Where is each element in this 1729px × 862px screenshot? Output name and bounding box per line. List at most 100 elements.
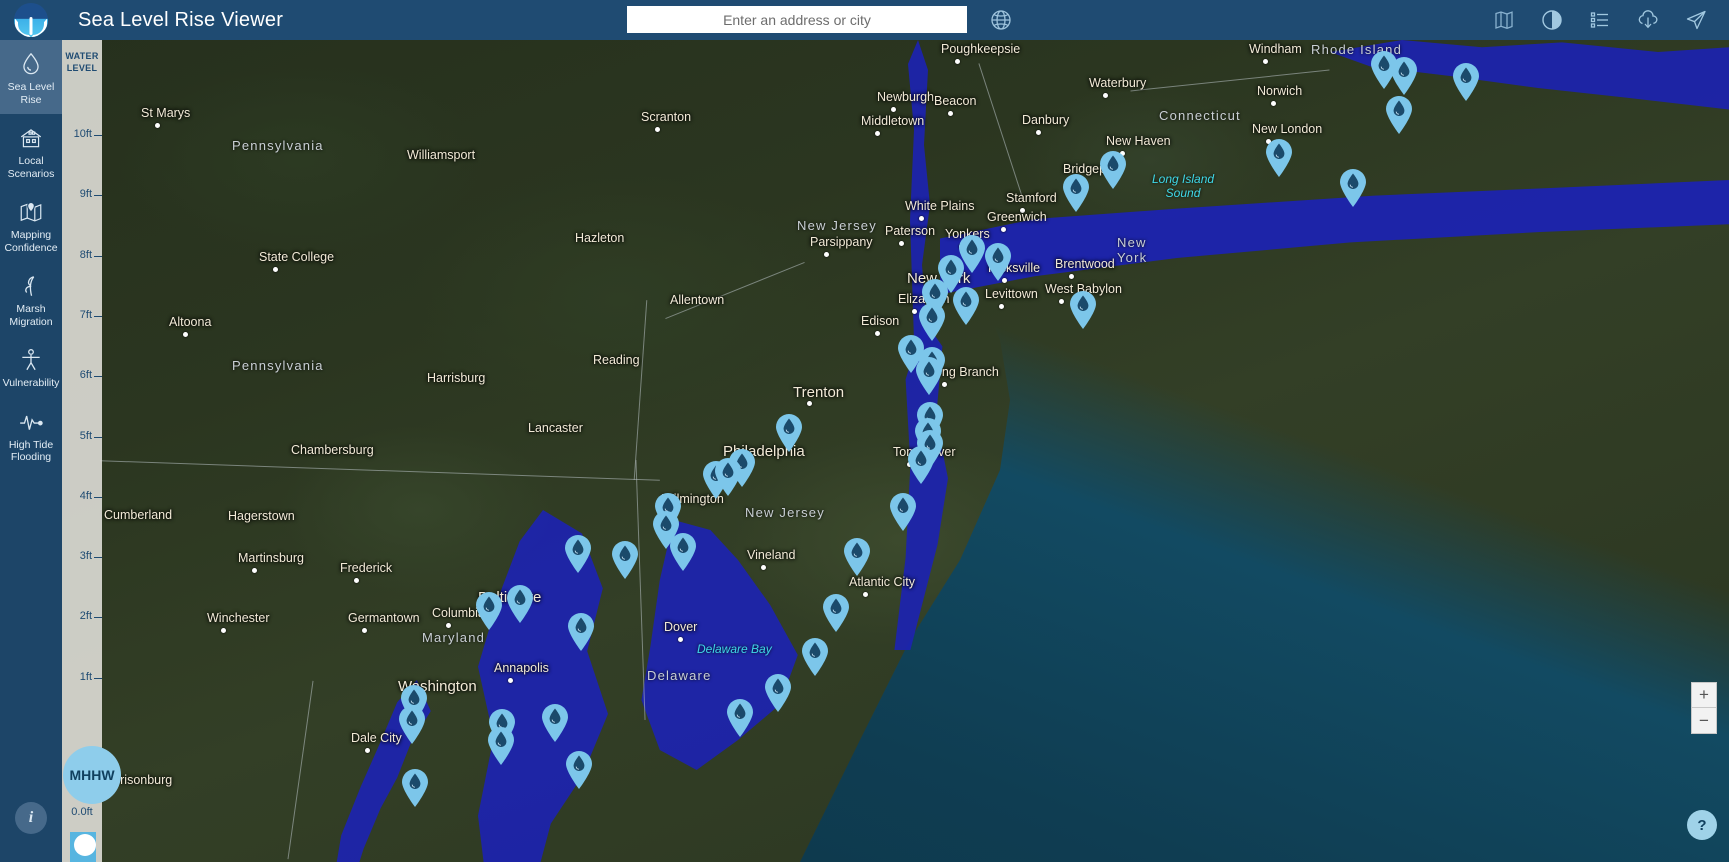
download-icon[interactable] bbox=[1635, 7, 1661, 33]
map-marker-pin[interactable] bbox=[821, 593, 851, 633]
map-city-dot bbox=[1059, 299, 1064, 304]
map-water-label: Delaware Bay bbox=[697, 642, 772, 656]
map-marker-pin[interactable] bbox=[763, 673, 793, 713]
sidebar-item-mapping[interactable]: Mapping Confidence bbox=[0, 188, 62, 262]
sidebar-item-label: Mapping Confidence bbox=[4, 229, 58, 254]
map-city-label: Scranton bbox=[641, 110, 692, 124]
datum-badge-mhhw[interactable]: MHHW bbox=[63, 746, 121, 804]
map-city-label: Frederick bbox=[340, 561, 393, 575]
map-marker-pin[interactable] bbox=[774, 413, 804, 453]
sidebar-item-high-tide[interactable]: High Tide Flooding bbox=[0, 398, 62, 472]
map-marker-pin[interactable] bbox=[564, 750, 594, 790]
help-button[interactable]: ? bbox=[1687, 810, 1717, 840]
opacity-icon[interactable] bbox=[1539, 7, 1565, 33]
search-input[interactable] bbox=[627, 6, 967, 33]
water-level-tick: 1ft bbox=[62, 671, 102, 685]
map-marker-pin[interactable] bbox=[951, 286, 981, 326]
map-city-label: Hazleton bbox=[575, 231, 625, 245]
map-marker-pin[interactable] bbox=[1098, 150, 1128, 190]
map-marker-pin[interactable] bbox=[1061, 173, 1091, 213]
sidebar-items[interactable]: Sea Level Rise Local Scenarios Mapping Confid… bbox=[0, 40, 62, 472]
map-marker-pin[interactable] bbox=[888, 492, 918, 532]
water-level-tick-dash bbox=[94, 677, 102, 679]
water-level-tick: 10ft bbox=[62, 128, 102, 142]
map-marker-pin[interactable] bbox=[713, 457, 743, 497]
globe-icon[interactable] bbox=[989, 8, 1013, 32]
map-city-dot bbox=[183, 332, 188, 337]
map-marker-pin[interactable] bbox=[725, 698, 755, 738]
map-marker-pin[interactable] bbox=[1389, 56, 1419, 96]
map-marker-pin[interactable] bbox=[1451, 62, 1481, 102]
water-level-tick-dash bbox=[94, 496, 102, 498]
map-city-dot bbox=[1263, 59, 1268, 64]
map-marker-pin[interactable] bbox=[1384, 95, 1414, 135]
map-city-dot bbox=[1036, 130, 1041, 135]
sidebar-item-label: Sea Level Rise bbox=[7, 81, 55, 106]
map-city-dot bbox=[761, 565, 766, 570]
map-city-dot bbox=[365, 748, 370, 753]
map-marker-pin[interactable] bbox=[668, 532, 698, 572]
zoom-in-button[interactable]: + bbox=[1691, 682, 1717, 708]
map-marker-pin[interactable] bbox=[842, 537, 872, 577]
map-city-dot bbox=[1103, 93, 1108, 98]
map-marker-pin[interactable] bbox=[1068, 290, 1098, 330]
map-city-dot bbox=[1001, 227, 1006, 232]
map-city-dot bbox=[1271, 101, 1276, 106]
map-city-label: Middletown bbox=[861, 114, 925, 128]
map-marker-pin[interactable] bbox=[474, 591, 504, 631]
noaa-logo[interactable] bbox=[0, 0, 62, 40]
header-tools[interactable] bbox=[1491, 0, 1717, 40]
map-city-label: Waterbury bbox=[1089, 76, 1147, 90]
water-level-handle[interactable] bbox=[74, 834, 96, 856]
legend-icon[interactable] bbox=[1587, 7, 1613, 33]
map-state-label: Delaware bbox=[647, 668, 712, 683]
map-marker-pin[interactable] bbox=[505, 584, 535, 624]
map-marker-pin[interactable] bbox=[906, 445, 936, 485]
map-marker-pin[interactable] bbox=[400, 768, 430, 808]
tide-wave-icon bbox=[18, 408, 44, 436]
map-city-label: Edison bbox=[861, 314, 900, 328]
map-marker-pin[interactable] bbox=[610, 540, 640, 580]
map-city-label: Beacon bbox=[934, 94, 977, 108]
map-city-label: Windham bbox=[1249, 42, 1302, 56]
map-marker-pin[interactable] bbox=[800, 637, 830, 677]
map-city-label: Reading bbox=[593, 353, 640, 367]
water-level-tick-label: 2ft bbox=[79, 610, 92, 623]
search-box[interactable] bbox=[627, 6, 967, 33]
water-level-tick-dash bbox=[94, 195, 102, 197]
map-marker-pin[interactable] bbox=[566, 612, 596, 652]
map-marker-pin[interactable] bbox=[914, 356, 944, 396]
sidebar-item-sea-level[interactable]: Sea Level Rise bbox=[0, 40, 62, 114]
map-city-dot bbox=[362, 628, 367, 633]
map-marker-pin[interactable] bbox=[540, 703, 570, 743]
basemap-icon[interactable] bbox=[1491, 7, 1517, 33]
water-level-tick-dash bbox=[94, 376, 102, 378]
info-button[interactable]: i bbox=[15, 802, 47, 834]
share-icon[interactable] bbox=[1683, 7, 1709, 33]
map-marker-pin[interactable] bbox=[1338, 168, 1368, 208]
building-icon bbox=[18, 124, 44, 152]
map-city-dot bbox=[273, 267, 278, 272]
map-marker-pin[interactable] bbox=[397, 705, 427, 745]
sidebar-item-local[interactable]: Local Scenarios bbox=[0, 114, 62, 188]
map-city-dot bbox=[875, 131, 880, 136]
map-city-label: Stamford bbox=[1006, 191, 1057, 205]
map-marker-pin[interactable] bbox=[486, 726, 516, 766]
map-city-label: Newburgh bbox=[877, 90, 934, 104]
map-city-label: Trenton bbox=[793, 384, 845, 401]
water-level-tick-dash bbox=[94, 255, 102, 257]
map-canvas[interactable]: Pennsylvania Pennsylvania New Jersey New Je… bbox=[0, 40, 1729, 862]
water-level-slider-panel[interactable]: WATER LEVEL 10ft 9ft 8ft 7ft 6ft 5ft 4ft 3ft 2ft… bbox=[62, 40, 121, 862]
zoom-controls[interactable]: + − bbox=[1691, 682, 1717, 734]
sidebar-item-vulnerability[interactable]: Vulnerability bbox=[0, 336, 62, 398]
water-level-tick: 8ft bbox=[62, 249, 102, 263]
map-city-dot bbox=[824, 252, 829, 257]
sidebar-item-marsh[interactable]: Marsh Migration bbox=[0, 262, 62, 336]
map-marker-pin[interactable] bbox=[983, 242, 1013, 282]
water-level-tick: 7ft bbox=[62, 309, 102, 323]
map-marker-pin[interactable] bbox=[563, 534, 593, 574]
map-city-label: White Plains bbox=[905, 199, 975, 213]
map-marker-pin[interactable] bbox=[1264, 138, 1294, 178]
map-city-dot bbox=[155, 123, 160, 128]
zoom-out-button[interactable]: − bbox=[1691, 708, 1717, 734]
